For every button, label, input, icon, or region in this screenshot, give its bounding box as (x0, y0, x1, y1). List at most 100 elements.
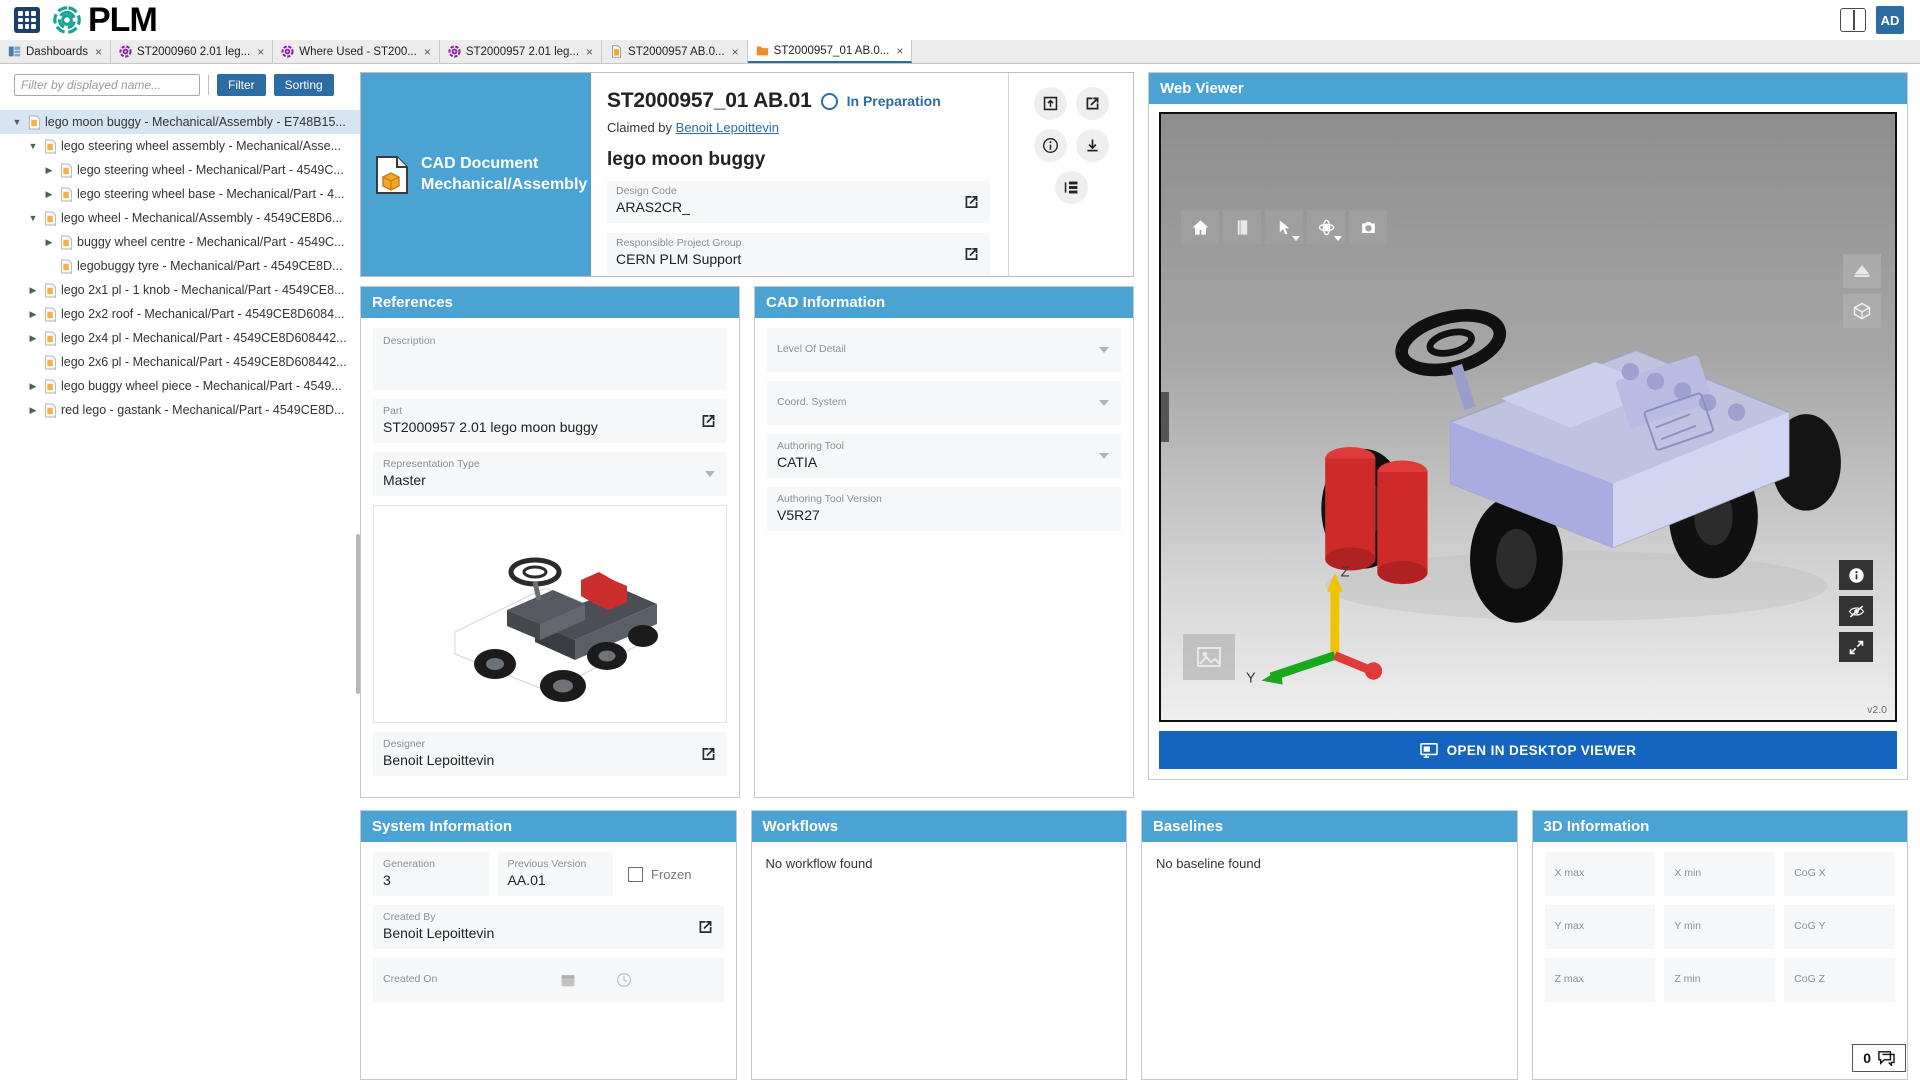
tree-item-11[interactable]: ▶ lego buggy wheel piece - Mechanical/Pa… (0, 374, 360, 398)
generation-field[interactable]: Generation 3 (373, 852, 489, 896)
claimed-by-link[interactable]: Benoit Lepoittevin (676, 120, 779, 135)
3d-field-6[interactable]: Z max (1544, 958, 1656, 1002)
responsible-project-group-field[interactable]: Responsible Project Group CERN PLM Suppo… (607, 233, 990, 275)
tab-4[interactable]: ST2000957 AB.0... × (602, 40, 748, 63)
cad-field-0[interactable]: Level Of Detail (767, 328, 1121, 372)
clock-icon[interactable] (616, 972, 632, 988)
created-by-field[interactable]: Created By Benoit Lepoittevin (373, 905, 724, 949)
3d-field-0[interactable]: X max (1544, 852, 1656, 896)
frozen-checkbox-wrap[interactable]: Frozen (622, 852, 724, 896)
3d-field-3[interactable]: Y max (1544, 905, 1656, 949)
split-panel-icon[interactable] (1840, 8, 1866, 32)
tree-item-3[interactable]: ▶ lego steering wheel base - Mechanical/… (0, 182, 360, 206)
tab-0[interactable]: Dashboards × (0, 40, 112, 63)
hide-eye-icon[interactable] (1839, 596, 1873, 626)
3d-field-8[interactable]: CoG Z (1784, 958, 1895, 1002)
chevron-right-icon[interactable]: ▶ (42, 237, 56, 248)
external-link-icon[interactable] (700, 746, 717, 763)
3d-viewport[interactable]: » (1159, 112, 1897, 722)
cad-field-3[interactable]: Authoring Tool Version V5R27 (767, 487, 1121, 531)
3d-field-5[interactable]: CoG Y (1784, 905, 1895, 949)
tab-2[interactable]: Where Used - ST200... × (273, 40, 440, 63)
fit-expand-icon[interactable] (1839, 632, 1873, 662)
calendar-icon[interactable] (560, 972, 576, 988)
created-on-field[interactable]: Created On (373, 958, 724, 1002)
3d-field-4[interactable]: Y min (1664, 905, 1776, 949)
document-icon (44, 139, 57, 153)
previous-version-field[interactable]: Previous Version AA.01 (497, 852, 613, 896)
top-bar: PLM AD (0, 0, 1920, 40)
chevron-down-icon[interactable]: ▼ (26, 213, 40, 223)
chevron-down-icon[interactable] (705, 471, 715, 477)
external-link-icon[interactable] (963, 194, 980, 211)
tree-item-7[interactable]: ▶ lego 2x1 pl - 1 knob - Mechanical/Part… (0, 278, 360, 302)
structure-icon[interactable] (1054, 171, 1088, 204)
download-icon[interactable] (1075, 129, 1109, 162)
cad-field-1[interactable]: Coord. System (767, 381, 1121, 425)
tree-item-5[interactable]: ▶ buggy wheel centre - Mechanical/Part -… (0, 230, 360, 254)
close-icon[interactable]: × (732, 46, 739, 58)
document-icon (612, 45, 621, 58)
gear-purple-icon (119, 45, 132, 58)
representation-type-label: Representation Type (383, 457, 480, 470)
close-icon[interactable]: × (95, 46, 102, 58)
check-in-icon[interactable] (1033, 87, 1067, 120)
desktop-viewer-icon (1419, 742, 1438, 758)
chevron-right-icon[interactable]: ▶ (42, 165, 56, 176)
chevron-right-icon[interactable]: ▶ (26, 309, 40, 320)
tree-item-6[interactable]: legobuggy tyre - Mechanical/Part - 4549C… (0, 254, 360, 278)
tree-item-1[interactable]: ▼ lego steering wheel assembly - Mechani… (0, 134, 360, 158)
design-code-field[interactable]: Design Code ARAS2CR_ (607, 181, 990, 223)
expand-side-handle[interactable]: » (1161, 392, 1169, 442)
representation-type-field[interactable]: Representation Type Master (373, 452, 727, 496)
filter-button[interactable]: Filter (217, 74, 266, 96)
tree-item-10[interactable]: lego 2x6 pl - Mechanical/Part - 4549CE8D… (0, 350, 360, 374)
info-icon[interactable] (1839, 560, 1873, 590)
chevron-right-icon[interactable]: ▶ (26, 285, 40, 296)
avatar[interactable]: AD (1876, 6, 1904, 34)
tree-item-2[interactable]: ▶ lego steering wheel - Mechanical/Part … (0, 158, 360, 182)
image-placeholder-icon[interactable] (1183, 634, 1235, 680)
chat-button[interactable]: 0 (1852, 1044, 1906, 1072)
info-icon[interactable] (1033, 129, 1067, 162)
tree-item-12[interactable]: ▶ red lego - gastank - Mechanical/Part -… (0, 398, 360, 422)
tab-5[interactable]: ST2000957_01 AB.0... × (747, 40, 913, 63)
chevron-down-icon[interactable] (1099, 347, 1109, 353)
filter-input[interactable] (14, 74, 200, 96)
3d-field-1[interactable]: X min (1664, 852, 1776, 896)
close-icon[interactable]: × (586, 46, 593, 58)
workflows-empty-text: No workflow found (765, 856, 873, 871)
close-icon[interactable]: × (424, 46, 431, 58)
3d-field-7[interactable]: Z min (1664, 958, 1776, 1002)
cad-field-2[interactable]: Authoring Tool CATIA (767, 434, 1121, 478)
frozen-checkbox[interactable] (628, 866, 643, 882)
description-field[interactable]: Description (373, 328, 727, 390)
external-link-icon[interactable] (700, 413, 717, 430)
external-link-icon[interactable] (963, 246, 980, 263)
tree-item-9[interactable]: ▶ lego 2x4 pl - Mechanical/Part - 4549CE… (0, 326, 360, 350)
chevron-down-icon[interactable] (1099, 453, 1109, 459)
previous-version-value: AA.01 (507, 872, 546, 889)
external-link-icon[interactable] (697, 919, 714, 936)
chevron-down-icon[interactable]: ▼ (26, 141, 40, 151)
open-in-desktop-viewer-button[interactable]: OPEN IN DESKTOP VIEWER (1159, 731, 1897, 769)
chevron-down-icon[interactable] (1099, 400, 1109, 406)
chevron-down-icon[interactable]: ▼ (10, 117, 24, 127)
tab-3[interactable]: ST2000957 2.01 leg... × (439, 40, 603, 63)
sorting-button[interactable]: Sorting (273, 74, 334, 96)
grid-apps-icon[interactable] (14, 7, 40, 33)
tree-item-4[interactable]: ▼ lego wheel - Mechanical/Assembly - 454… (0, 206, 360, 230)
part-field[interactable]: Part ST2000957 2.01 lego moon buggy (373, 399, 727, 443)
tree-item-0[interactable]: ▼ lego moon buggy - Mechanical/Assembly … (0, 110, 360, 134)
chevron-right-icon[interactable]: ▶ (26, 333, 40, 344)
open-external-icon[interactable] (1075, 87, 1109, 120)
chevron-right-icon[interactable]: ▶ (42, 189, 56, 200)
chevron-right-icon[interactable]: ▶ (26, 405, 40, 416)
tab-1[interactable]: ST2000960 2.01 leg... × (111, 40, 274, 63)
designer-field[interactable]: Designer Benoit Lepoittevin (373, 732, 727, 776)
chevron-right-icon[interactable]: ▶ (26, 381, 40, 392)
3d-field-2[interactable]: CoG X (1784, 852, 1895, 896)
tree-item-8[interactable]: ▶ lego 2x2 roof - Mechanical/Part - 4549… (0, 302, 360, 326)
close-icon[interactable]: × (896, 45, 903, 57)
close-icon[interactable]: × (257, 46, 264, 58)
